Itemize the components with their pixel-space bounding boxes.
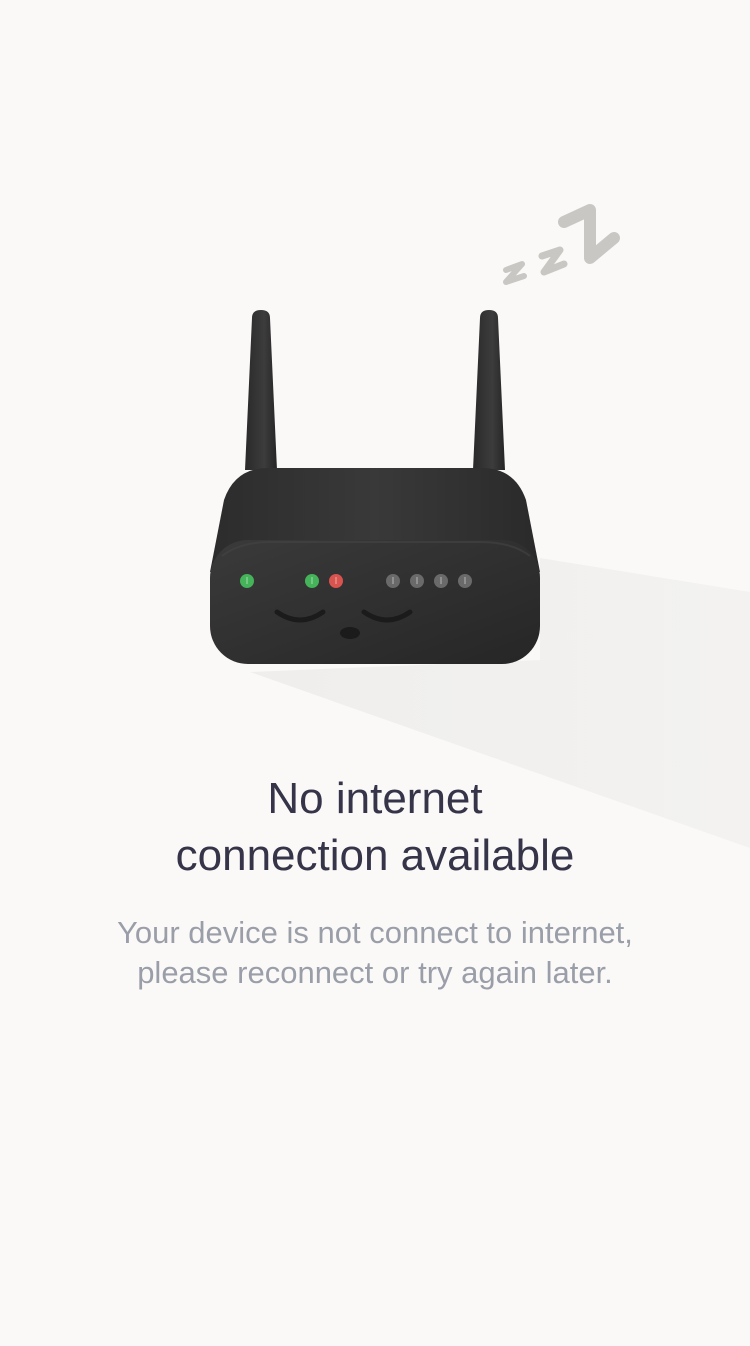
mouth <box>340 627 360 639</box>
title-line-2: connection available <box>175 831 575 880</box>
snore-z-small <box>503 261 527 285</box>
snore-z-large <box>558 204 620 264</box>
no-internet-title: No internet connection available <box>0 770 750 884</box>
no-internet-screen: No internet connection available Your de… <box>0 0 750 1346</box>
left-antenna <box>245 310 277 470</box>
router-front <box>210 540 540 664</box>
no-internet-description: Your device is not connect to internet, … <box>0 913 750 993</box>
snore-z-medium <box>538 246 568 276</box>
right-antenna <box>473 310 505 470</box>
description-line-1: Your device is not connect to internet, <box>117 915 633 950</box>
sleeping-router-illustration <box>210 204 750 848</box>
description-line-2: please reconnect or try again later. <box>137 955 613 990</box>
title-line-1: No internet <box>267 774 483 823</box>
snore-icon <box>503 204 620 285</box>
